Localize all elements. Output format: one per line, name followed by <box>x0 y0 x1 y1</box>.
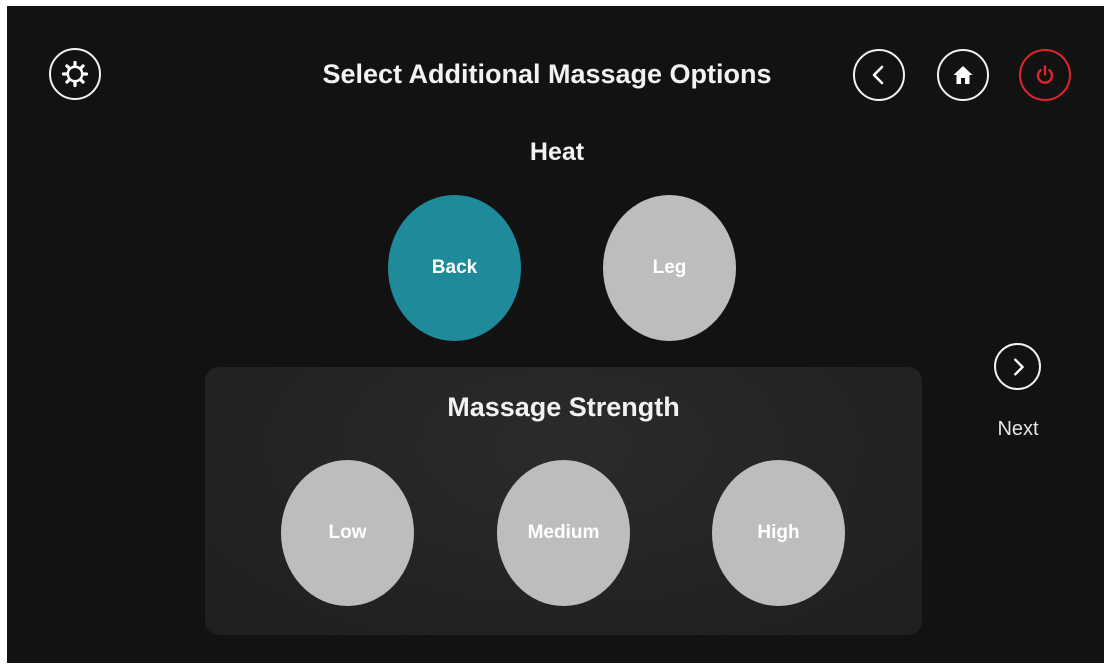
next-label[interactable]: Next <box>983 416 1053 442</box>
next-button[interactable] <box>994 343 1041 390</box>
massage-options-screen: Select Additional Massage Options Heat B… <box>7 6 1104 663</box>
heat-back-label: Back <box>431 257 478 278</box>
strength-high-label: High <box>757 522 800 543</box>
heat-section-title: Heat <box>529 138 585 166</box>
gear-icon <box>61 60 89 88</box>
heat-leg-label: Leg <box>652 257 687 278</box>
power-icon <box>1036 65 1054 84</box>
massage-strength-title: Massage Strength <box>447 392 680 422</box>
power-button[interactable] <box>1019 49 1071 101</box>
chevron-left-icon <box>872 65 884 85</box>
page-title: Select Additional Massage Options <box>322 59 772 89</box>
strength-medium-label: Medium <box>527 522 600 543</box>
strength-medium-option[interactable]: Medium <box>497 460 630 606</box>
home-button[interactable] <box>937 49 989 101</box>
settings-button[interactable] <box>49 48 101 100</box>
strength-low-label: Low <box>328 522 367 543</box>
chevron-right-icon <box>1013 357 1024 376</box>
strength-high-option[interactable]: High <box>712 460 845 606</box>
back-button[interactable] <box>853 49 905 101</box>
massage-strength-panel: Massage Strength Low Medium High <box>205 367 922 635</box>
heat-back-option[interactable]: Back <box>388 195 521 341</box>
home-icon <box>953 66 973 84</box>
heat-leg-option[interactable]: Leg <box>603 195 736 341</box>
strength-low-option[interactable]: Low <box>281 460 414 606</box>
